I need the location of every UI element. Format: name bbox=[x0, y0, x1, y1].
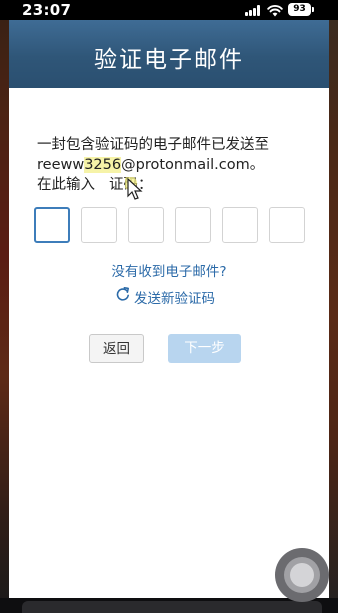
resend-code-link[interactable]: 发送新验证码 bbox=[134, 287, 215, 307]
email-address: reeww3256@protonmail.com。 bbox=[37, 157, 265, 173]
signal-icon bbox=[245, 5, 261, 16]
email-highlight: 3256 bbox=[84, 157, 122, 173]
code-input-row bbox=[34, 207, 306, 245]
bottom-bar bbox=[22, 601, 322, 613]
wifi-icon bbox=[267, 5, 283, 17]
code-digit-1[interactable] bbox=[34, 207, 70, 243]
dialog-title: 验证电子邮件 bbox=[94, 47, 244, 73]
battery-icon: 93 bbox=[288, 3, 311, 16]
status-bar: 23:07 93 bbox=[0, 0, 338, 20]
code-digit-5[interactable] bbox=[222, 207, 258, 243]
no-email-link[interactable]: 没有收到电子邮件? bbox=[9, 260, 329, 280]
code-digit-2[interactable] bbox=[81, 207, 117, 243]
code-digit-3[interactable] bbox=[128, 207, 164, 243]
battery-level: 93 bbox=[293, 4, 306, 14]
verification-message: 一封包含验证码的电子邮件已发送至 reeww3256@protonmail.co… bbox=[37, 135, 327, 195]
mouse-cursor-icon bbox=[125, 177, 143, 200]
code-digit-4[interactable] bbox=[175, 207, 211, 243]
background-right bbox=[329, 20, 338, 613]
refresh-icon[interactable] bbox=[115, 286, 131, 302]
message-line: 一封包含验证码的电子邮件已发送至 bbox=[37, 137, 269, 153]
status-time: 23:07 bbox=[22, 1, 72, 19]
background-left bbox=[0, 20, 9, 613]
code-digit-6[interactable] bbox=[269, 207, 305, 243]
code-prompt: 在此输入证码： bbox=[37, 177, 153, 193]
back-button[interactable]: 返回 bbox=[89, 334, 144, 363]
dialog-body: 一封包含验证码的电子邮件已发送至 reeww3256@protonmail.co… bbox=[9, 88, 329, 598]
assistive-touch-icon[interactable] bbox=[275, 548, 329, 602]
dialog-header: 验证电子邮件 bbox=[9, 20, 329, 88]
next-button[interactable]: 下一步 bbox=[168, 334, 241, 363]
